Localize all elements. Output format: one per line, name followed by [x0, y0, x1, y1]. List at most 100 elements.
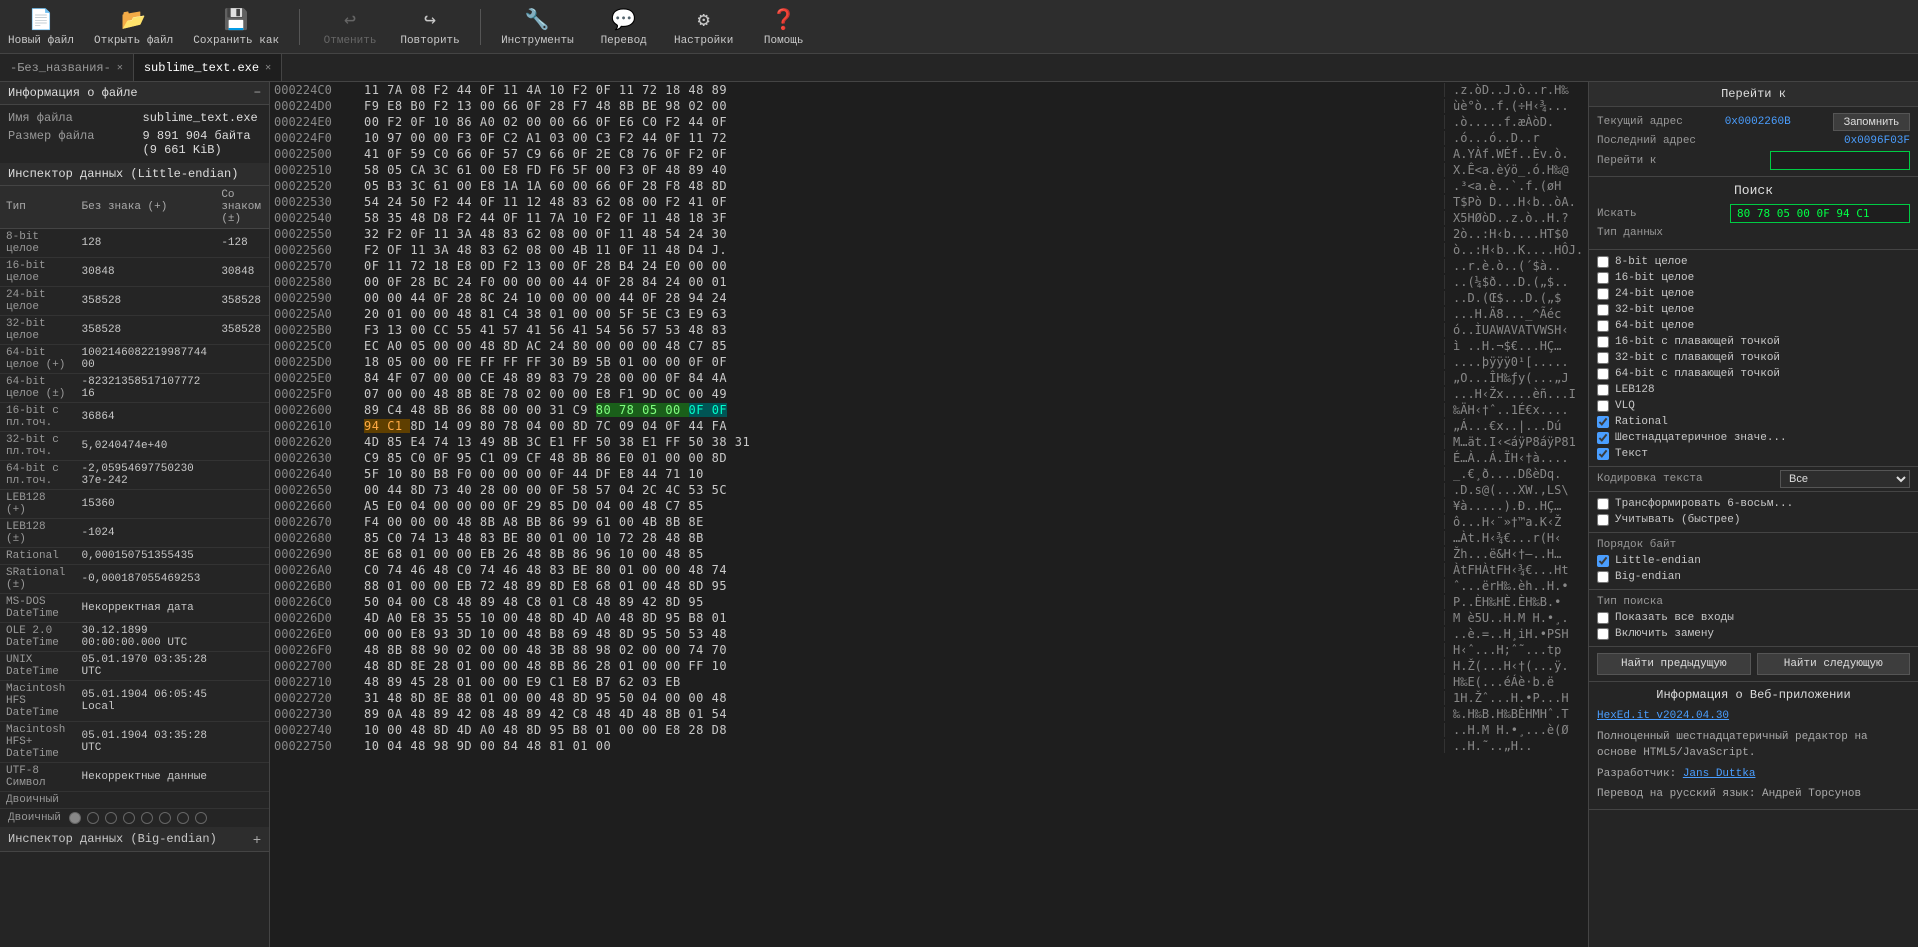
hex-row[interactable]: 0002270048 8D 8E 28 01 00 00 48 8B 86 28…	[270, 658, 1588, 674]
checkbox-32fp[interactable]	[1597, 352, 1609, 364]
hex-row[interactable]: 0002258000 0F 28 BC 24 F0 00 00 00 44 0F…	[270, 274, 1588, 290]
hex-view[interactable]: 000224C011 7A 08 F2 44 0F 11 4A 10 F2 0F…	[270, 82, 1588, 947]
file-info-collapse[interactable]: −	[254, 86, 261, 100]
find-next-button[interactable]: Найти следующую	[1757, 653, 1911, 675]
hex-row[interactable]: 0002274010 00 48 8D 4D A0 48 8D 95 B8 01…	[270, 722, 1588, 738]
big-endian-checkbox[interactable]	[1597, 571, 1609, 583]
hex-row[interactable]: 000226204D 85 E4 74 13 49 8B 3C E1 FF 50…	[270, 434, 1588, 450]
hex-row[interactable]: 0002254058 35 48 D8 F2 44 0F 11 7A 10 F2…	[270, 210, 1588, 226]
checkbox-hex[interactable]	[1597, 432, 1609, 444]
hex-row[interactable]: 0002251058 05 CA 3C 61 00 E8 FD F6 5F 00…	[270, 162, 1588, 178]
translate-button[interactable]: 💬 Перевод	[594, 7, 654, 47]
new-file-button[interactable]: 📄 Новый файл	[8, 7, 74, 47]
tools-button[interactable]: 🔧 Инструменты	[501, 7, 574, 47]
byte-order-label: Порядок байт	[1597, 537, 1910, 553]
checkbox-vlq[interactable]	[1597, 400, 1609, 412]
goto-input[interactable]	[1770, 151, 1910, 170]
binary-dot-7[interactable]	[195, 812, 207, 824]
settings-button[interactable]: ⚙ Настройки	[674, 7, 734, 47]
search-type-label: Тип поиска	[1597, 594, 1910, 610]
transform-checkbox[interactable]	[1597, 498, 1609, 510]
hex-row[interactable]: 000225B0F3 13 00 CC 55 41 57 41 56 41 54…	[270, 322, 1588, 338]
hex-row[interactable]: 00022670F4 00 00 00 48 8B A8 BB 86 99 61…	[270, 514, 1588, 530]
webapp-version-link[interactable]: HexEd.it v2024.04.30	[1597, 710, 1729, 722]
hex-row[interactable]: 000225E084 4F 07 00 00 CE 48 89 83 79 28…	[270, 370, 1588, 386]
binary-dot-6[interactable]	[177, 812, 189, 824]
binary-dot-5[interactable]	[159, 812, 171, 824]
hex-row[interactable]: 000225A020 01 00 00 48 81 C4 38 01 00 00…	[270, 306, 1588, 322]
hex-row[interactable]: 000226D04D A0 E8 35 55 10 00 48 8D 4D A0…	[270, 610, 1588, 626]
redo-button[interactable]: ↪ Повторить	[400, 7, 460, 47]
hex-row[interactable]: 000226B088 01 00 00 EB 72 48 89 8D E8 68…	[270, 578, 1588, 594]
undo-button[interactable]: ↩ Отменить	[320, 7, 380, 47]
tab-sublime[interactable]: sublime_text.exe ✕	[134, 54, 282, 81]
open-file-button[interactable]: 📂 Открыть файл	[94, 7, 173, 47]
hex-row[interactable]: 000225F007 00 00 48 8B 8E 78 02 00 00 E8…	[270, 386, 1588, 402]
hex-row[interactable]: 0002261094 C1 8D 14 09 80 78 04 00 8D 7C…	[270, 418, 1588, 434]
hex-row[interactable]: 0002250041 0F 59 C0 66 0F 57 C9 66 0F 2E…	[270, 146, 1588, 162]
hex-row[interactable]: 0002260089 C4 48 8B 86 88 00 00 31 C9 80…	[270, 402, 1588, 418]
hex-row[interactable]: 000224D0F9 E8 B0 F2 13 00 66 0F 28 F7 48…	[270, 98, 1588, 114]
checkbox-64fp[interactable]	[1597, 368, 1609, 380]
checkbox-text[interactable]	[1597, 448, 1609, 460]
hex-ascii: „Á...€x..|...Dú	[1444, 419, 1584, 433]
binary-dot-3[interactable]	[123, 812, 135, 824]
hex-row[interactable]: 000226C050 04 00 C8 48 89 48 C8 01 C8 48…	[270, 594, 1588, 610]
binary-dot-2[interactable]	[105, 812, 117, 824]
hex-row[interactable]: 0002253054 24 50 F2 44 0F 11 12 48 83 62…	[270, 194, 1588, 210]
hex-row[interactable]: 000225C0EC A0 05 00 00 48 8D AC 24 80 00…	[270, 338, 1588, 354]
hex-row[interactable]: 0002255032 F2 0F 11 3A 48 83 62 08 00 0F…	[270, 226, 1588, 242]
hex-row[interactable]: 00022660A5 E0 04 00 00 00 0F 29 85 D0 04…	[270, 498, 1588, 514]
hex-row[interactable]: 000224E000 F2 0F 10 86 A0 02 00 00 66 0F…	[270, 114, 1588, 130]
hex-row[interactable]: 000226405F 10 80 B8 F0 00 00 00 0F 44 DF…	[270, 466, 1588, 482]
checkbox-8bit[interactable]	[1597, 256, 1609, 268]
hex-row[interactable]: 0002268085 C0 74 13 48 83 BE 80 01 00 10…	[270, 530, 1588, 546]
show-all-checkbox[interactable]	[1597, 612, 1609, 624]
hex-row[interactable]: 0002272031 48 8D 8E 88 01 00 00 48 8D 95…	[270, 690, 1588, 706]
checkbox-64bit[interactable]	[1597, 320, 1609, 332]
binary-bullet-filled[interactable]	[69, 812, 81, 824]
hex-row[interactable]: 0002259000 00 44 0F 28 8C 24 10 00 00 00…	[270, 290, 1588, 306]
hex-row[interactable]: 0002275010 04 48 98 9D 00 84 48 81 01 00…	[270, 738, 1588, 754]
inspector-be-add[interactable]: +	[253, 831, 261, 847]
hex-row[interactable]: 000225D018 05 00 00 FE FF FF FF 30 B9 5B…	[270, 354, 1588, 370]
search-input[interactable]	[1730, 204, 1910, 223]
checkbox-leb128[interactable]	[1597, 384, 1609, 396]
binary-dot-1[interactable]	[87, 812, 99, 824]
checkbox-24bit[interactable]	[1597, 288, 1609, 300]
hex-address: 000224E0	[274, 115, 364, 129]
hex-row[interactable]: 0002273089 0A 48 89 42 08 48 89 42 C8 48…	[270, 706, 1588, 722]
settings-icon: ⚙	[698, 7, 710, 33]
include-replace-checkbox[interactable]	[1597, 628, 1609, 640]
encoding-select[interactable]: Все	[1780, 470, 1910, 488]
hex-row[interactable]: 0002252005 B3 3C 61 00 E8 1A 1A 60 00 66…	[270, 178, 1588, 194]
little-endian-checkbox[interactable]	[1597, 555, 1609, 567]
hex-row[interactable]: 000226A0C0 74 46 48 C0 74 46 48 83 BE 80…	[270, 562, 1588, 578]
developer-link[interactable]: Jans Duttka	[1683, 768, 1756, 780]
hex-row[interactable]: 0002265000 44 8D 73 40 28 00 00 0F 58 57…	[270, 482, 1588, 498]
checkbox-rational[interactable]	[1597, 416, 1609, 428]
hex-row[interactable]: 00022560F2 OF 11 3A 48 83 62 08 00 4B 11…	[270, 242, 1588, 258]
checkbox-16bit[interactable]	[1597, 272, 1609, 284]
checkbox-16fp[interactable]	[1597, 336, 1609, 348]
hex-row[interactable]: 000226F048 8B 88 90 02 00 00 48 3B 88 98…	[270, 642, 1588, 658]
tab-sublime-close[interactable]: ✕	[265, 62, 271, 74]
remember-button[interactable]: Запомнить	[1833, 113, 1910, 131]
save-as-button[interactable]: 💾 Сохранить как	[193, 7, 279, 47]
find-prev-button[interactable]: Найти предыдущую	[1597, 653, 1751, 675]
hex-row[interactable]: 00022630C9 85 C0 0F 95 C1 09 CF 48 8B 86…	[270, 450, 1588, 466]
help-button[interactable]: ❓ Помощь	[754, 7, 814, 47]
tab-unnamed[interactable]: -Без_названия- ✕	[0, 54, 134, 81]
save-icon: 💾	[224, 7, 249, 33]
binary-dot-4[interactable]	[141, 812, 153, 824]
hex-row[interactable]: 000226E000 00 E8 93 3D 10 00 48 B8 69 48…	[270, 626, 1588, 642]
undo-label: Отменить	[324, 35, 377, 47]
hex-row[interactable]: 000225700F 11 72 18 E8 0D F2 13 00 0F 28…	[270, 258, 1588, 274]
checkbox-32bit[interactable]	[1597, 304, 1609, 316]
hex-row[interactable]: 000224F010 97 00 00 F3 0F C2 A1 03 00 C3…	[270, 130, 1588, 146]
hex-row[interactable]: 0002271048 89 45 28 01 00 00 E9 C1 E8 B7…	[270, 674, 1588, 690]
hex-row[interactable]: 000224C011 7A 08 F2 44 0F 11 4A 10 F2 0F…	[270, 82, 1588, 98]
register-checkbox[interactable]	[1597, 514, 1609, 526]
tab-unnamed-close[interactable]: ✕	[117, 62, 123, 74]
hex-row[interactable]: 000226908E 68 01 00 00 EB 26 48 8B 86 96…	[270, 546, 1588, 562]
